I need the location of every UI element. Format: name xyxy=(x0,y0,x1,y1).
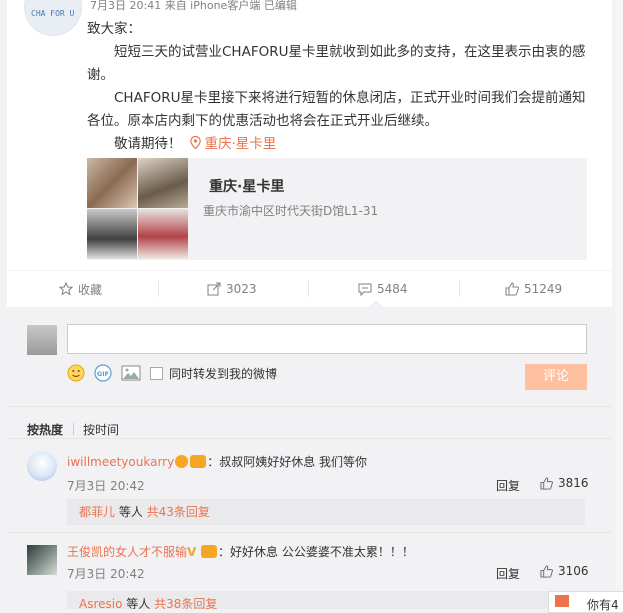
reply-button[interactable]: 回复 xyxy=(496,565,520,582)
comment-input[interactable] xyxy=(67,324,587,354)
location-link-label: 重庆·星卡里 xyxy=(204,136,277,152)
post-paragraph-thanks: 短短三天的试营业CHAFORU星卡里就收到如此多的支持，在这里表示由衷的感谢。 xyxy=(87,44,586,83)
avatar-logo-text: CHA FOR U xyxy=(31,9,75,18)
comment-item: iwillmeetyoukarry ：叔叔阿姨好好休息 我们等你 7月3日 20:… xyxy=(7,438,612,525)
like-button[interactable]: 51249 xyxy=(505,271,562,307)
scrollbar[interactable] xyxy=(615,0,623,609)
comment-time: 7月3日 20:42 xyxy=(67,479,145,493)
location-pin-icon xyxy=(189,135,201,150)
location-card-title: 重庆·星卡里 xyxy=(209,179,285,195)
also-forward-label: 同时转发到我的微博 xyxy=(169,366,278,381)
like-count: 51249 xyxy=(524,282,563,296)
location-thumbnails xyxy=(87,158,189,260)
svg-text:GIF: GIF xyxy=(97,370,109,378)
post-meta: 7月3日 20:41 来自 iPhone客户端 已编辑 xyxy=(90,0,297,12)
vip-badge-icon xyxy=(190,455,207,468)
reply-button[interactable]: 回复 xyxy=(496,477,520,494)
stay-tuned-text: 敬请期待！ xyxy=(114,136,182,152)
comment-tools: GIF 同时转发到我的微博 xyxy=(67,363,277,383)
verified-v-icon: V xyxy=(187,545,197,559)
comment-count: 5484 xyxy=(377,282,408,296)
location-photo-2 xyxy=(138,158,188,208)
divider xyxy=(73,423,74,435)
message-icon xyxy=(555,595,569,607)
comment-like-count: 3106 xyxy=(558,564,589,578)
post-greeting: 致大家： xyxy=(87,21,141,37)
sub-reply-count[interactable]: 共43条回复 xyxy=(147,505,210,519)
location-link[interactable]: 重庆·星卡里 xyxy=(189,135,277,152)
thumbs-up-icon xyxy=(540,564,553,578)
location-photo-1 xyxy=(87,158,137,208)
notification-popup[interactable]: 你有4 xyxy=(548,591,623,613)
submit-comment-button[interactable]: 评论 xyxy=(525,364,587,390)
current-user-avatar xyxy=(27,325,57,355)
location-card[interactable]: 重庆·星卡里 重庆市渝中区时代天街D馆L1-31 xyxy=(87,158,587,260)
commenter-name[interactable]: iwillmeetyoukarry xyxy=(67,455,174,469)
commenter-name[interactable]: 王俊凯的女人才不服输 xyxy=(67,545,187,559)
favorite-label: 收藏 xyxy=(78,282,103,297)
image-icon[interactable] xyxy=(121,365,141,381)
comment-like-count: 3816 xyxy=(558,476,589,490)
sub-replies-box[interactable]: 都菲儿 等人 共43条回复 xyxy=(67,499,585,525)
post-paragraph-closing: CHAFORU星卡里接下来将进行短暂的休息闭店，正式开业时间我们会提前通知各位。… xyxy=(87,90,586,129)
post-content: 致大家： 短短三天的试营业CHAFORU星卡里就收到如此多的支持，在这里表示由衷… xyxy=(87,18,592,156)
vip-badge-icon xyxy=(201,545,218,558)
comment-text-line: iwillmeetyoukarry ：叔叔阿姨好好休息 我们等你 xyxy=(67,453,367,470)
sub-reply-mid: 等人 xyxy=(122,597,155,609)
location-card-address: 重庆市渝中区时代天街D馆L1-31 xyxy=(203,204,379,218)
sub-reply-user[interactable]: 都菲儿 xyxy=(79,505,115,519)
author-avatar[interactable]: CHA FOR U xyxy=(24,0,82,36)
comment-text: ：叔叔阿姨好好休息 我们等你 xyxy=(207,455,368,469)
favorite-button[interactable]: 收藏 xyxy=(59,271,102,307)
post-paragraph-stay-tuned: 敬请期待！ 重庆·星卡里 xyxy=(87,133,592,156)
member-badge-icon xyxy=(175,455,189,468)
comment-sort-tabs: 按热度 按时间 xyxy=(7,406,612,439)
star-icon xyxy=(59,282,73,296)
notification-text: 你有4 xyxy=(587,598,619,612)
divider xyxy=(459,281,460,297)
forward-count: 3023 xyxy=(226,282,257,296)
comment-time: 7月3日 20:42 xyxy=(67,567,145,581)
tab-sort-hot[interactable]: 按热度 xyxy=(27,421,63,438)
location-photo-4 xyxy=(138,209,188,259)
forward-icon xyxy=(207,282,221,296)
location-photo-3 xyxy=(87,209,137,259)
gif-icon[interactable]: GIF xyxy=(94,364,112,382)
tab-sort-time[interactable]: 按时间 xyxy=(83,421,119,438)
weibo-post-card: CHA FOR U 7月3日 20:41 来自 iPhone客户端 已编辑 致大… xyxy=(7,0,612,609)
emoji-icon[interactable] xyxy=(67,364,85,382)
comment-pointer xyxy=(369,300,383,307)
comments-section: GIF 同时转发到我的微博 评论 按热度 按时间 iwillmeetyoukar… xyxy=(7,307,612,609)
thumbs-up-icon xyxy=(540,476,553,490)
divider xyxy=(308,281,309,297)
comment-text-line: 王俊凯的女人才不服输V ：好好休息 公公婆婆不准太累！！！ xyxy=(67,543,414,560)
comment-text: ：好好休息 公公婆婆不准太累！！！ xyxy=(218,545,414,559)
commenter-avatar[interactable] xyxy=(27,545,57,575)
comment-like-button[interactable]: 3106 xyxy=(540,564,589,578)
comment-item: 王俊凯的女人才不服输V ：好好休息 公公婆婆不准太累！！！ 7月3日 20:42 … xyxy=(7,532,612,609)
forward-button[interactable]: 3023 xyxy=(207,271,257,307)
sub-replies-box[interactable]: Asresio 等人 共38条回复 xyxy=(67,591,585,609)
comment-like-button[interactable]: 3816 xyxy=(540,476,589,490)
comment-icon xyxy=(358,283,372,296)
thumbs-up-icon xyxy=(505,282,519,296)
commenter-avatar[interactable] xyxy=(27,451,57,481)
sub-reply-user[interactable]: Asresio xyxy=(79,597,122,609)
post-actions-bar: 收藏 3023 5484 51249 xyxy=(7,270,612,307)
divider xyxy=(158,281,159,297)
sub-reply-count[interactable]: 共38条回复 xyxy=(154,597,217,609)
sub-reply-mid: 等人 xyxy=(115,505,147,519)
also-forward-checkbox[interactable] xyxy=(150,366,163,380)
